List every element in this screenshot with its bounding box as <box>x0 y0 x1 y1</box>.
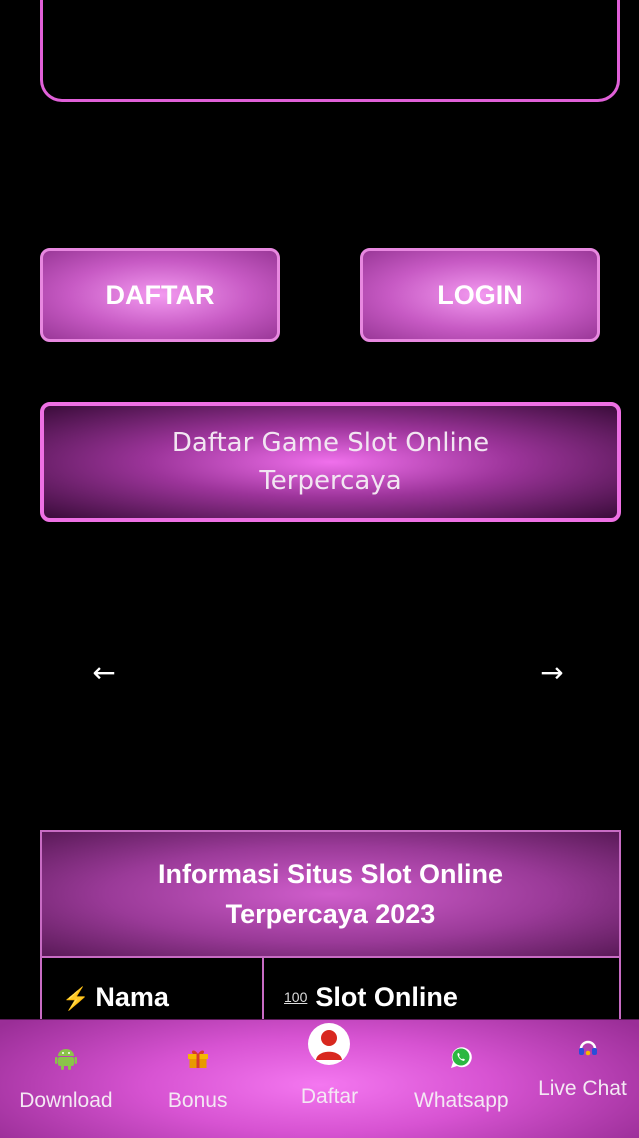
table-key-text: Nama <box>95 982 169 1012</box>
nav-label: Whatsapp <box>414 1089 509 1112</box>
hundred-points-icon: 100 <box>284 989 308 1005</box>
bottom-nav: Download Bonus Daftar Whatsapp Live Chat <box>0 1019 639 1138</box>
nav-item-live-chat[interactable]: Live Chat <box>538 1020 628 1104</box>
nav-item-bonus[interactable]: Bonus <box>143 1020 253 1114</box>
register-button[interactable]: DAFTAR <box>40 248 280 342</box>
android-icon <box>54 1044 77 1072</box>
nav-item-download[interactable]: Download <box>11 1020 121 1114</box>
slider-prev-arrow-icon[interactable]: ← <box>82 650 126 694</box>
table-cell-key: ⚡ Nama <box>42 958 264 1028</box>
whatsapp-icon <box>448 1044 474 1072</box>
slider-next-arrow-icon[interactable]: → <box>530 650 574 694</box>
nav-label: Bonus <box>167 1089 228 1112</box>
info-table: Informasi Situs Slot Online Terpercaya 2… <box>40 830 621 1028</box>
site-title-banner: Daftar Game Slot Online Terpercaya <box>40 402 621 522</box>
info-table-heading: Informasi Situs Slot Online Terpercaya 2… <box>42 832 619 958</box>
nav-label: Daftar <box>300 1085 359 1108</box>
nav-item-daftar[interactable]: Daftar <box>274 1020 384 1110</box>
top-frame <box>40 0 620 102</box>
table-value-text: Slot Online <box>315 982 458 1012</box>
lightning-icon: ⚡ <box>62 986 90 1011</box>
headset-icon <box>578 1034 598 1062</box>
site-title: Daftar Game Slot Online Terpercaya <box>171 428 490 496</box>
nav-label: Live Chat <box>538 1077 627 1100</box>
nav-label: Download <box>19 1089 113 1112</box>
login-button[interactable]: LOGIN <box>360 248 600 342</box>
gift-icon <box>187 1044 209 1072</box>
user-icon <box>307 1018 351 1070</box>
nav-item-whatsapp[interactable]: Whatsapp <box>406 1020 516 1114</box>
